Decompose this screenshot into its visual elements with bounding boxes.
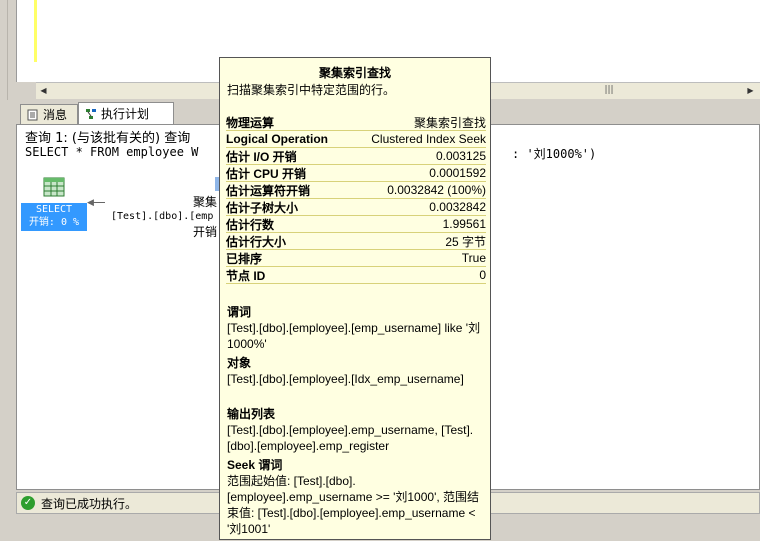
scroll-grip-icon[interactable]: ||| [602, 85, 616, 96]
property-row: 估计运算符开销 0.0032842 (100%) [226, 182, 486, 199]
left-docking-strip [0, 0, 16, 541]
property-value: 25 字节 [445, 234, 486, 249]
execution-plan-icon [86, 108, 96, 119]
property-key: 估计行数 [226, 217, 275, 232]
property-value: 聚集索引查找 [413, 115, 486, 130]
property-value: 0.0032842 [429, 200, 486, 214]
property-key: 物理运算 [226, 115, 275, 130]
splitter-line [7, 0, 8, 100]
tab-plan-label: 执行计划 [101, 107, 150, 121]
select-node-label[interactable]: SELECT 开销: 0 % [21, 203, 87, 231]
scroll-left-arrow-icon[interactable]: ◀ [38, 85, 49, 96]
output-list-text: [Test].[dbo].[employee].emp_username, [T… [227, 423, 474, 453]
seek-node-cost: 开销 [193, 225, 218, 239]
select-operator-icon[interactable] [43, 177, 65, 197]
property-row: 估计 CPU 开销 0.0001592 [226, 165, 486, 182]
query-header: 查询 1: (与该批有关的) 查询 [25, 131, 191, 146]
tooltip-description: 扫描聚集索引中特定范围的行。 [227, 83, 396, 97]
predicate-text: [Test].[dbo].[employee].[emp_username] l… [227, 321, 481, 351]
query-sql-text: SELECT * FROM employee W [25, 145, 199, 159]
property-key: 估计运算符开销 [226, 183, 311, 198]
output-list-title: 输出列表 [227, 407, 276, 421]
tooltip-title: 聚集索引查找 [318, 66, 391, 80]
select-node-name: SELECT [35, 204, 73, 215]
property-value: Clustered Index Seek [371, 132, 486, 146]
property-row: 估计行大小 25 字节 [226, 233, 486, 250]
messages-icon [27, 109, 38, 120]
operator-tooltip: 聚集索引查找 扫描聚集索引中特定范围的行。 物理运算 聚集索引查找 Logical… [219, 57, 491, 540]
property-value: 0.0001592 [429, 166, 486, 180]
property-value: 1.99561 [442, 217, 486, 231]
seek-predicate-title: Seek 谓词 [227, 458, 283, 472]
seek-predicate-text: 范围起始值: [Test].[dbo].[employee].emp_usern… [227, 474, 480, 536]
property-key: 估计 CPU 开销 [226, 166, 307, 181]
success-check-icon: ✓ [21, 496, 35, 510]
property-row: 估计子树大小 0.0032842 [226, 199, 486, 216]
tab-messages[interactable]: 消息 [20, 104, 78, 124]
property-key: Logical Operation [226, 132, 329, 146]
property-row: Logical Operation Clustered Index Seek [226, 131, 486, 148]
predicate-title: 谓词 [227, 305, 252, 319]
property-row: 节点 ID 0 [226, 267, 486, 284]
status-text: 查询已成功执行。 [41, 496, 138, 511]
scroll-right-arrow-icon[interactable]: ▶ [745, 85, 756, 96]
tab-messages-label: 消息 [43, 108, 68, 122]
property-row: 物理运算 聚集索引查找 [226, 114, 486, 131]
seek-node-title: 聚集 [193, 195, 218, 209]
property-value: 0.003125 [435, 149, 486, 163]
arrow-head-icon: ◀ [87, 198, 94, 208]
editor-change-margin [34, 0, 37, 62]
property-key: 估计子树大小 [226, 200, 299, 215]
property-row: 已排序 True [226, 250, 486, 267]
tab-execution-plan[interactable]: 执行计划 [78, 102, 174, 124]
query-sql-tail: : '刘1000%') [512, 147, 597, 161]
property-key: 估计 I/O 开销 [226, 149, 297, 164]
property-key: 估计行大小 [226, 234, 287, 249]
select-node-cost: 开销: 0 % [28, 217, 80, 228]
seek-node-object: [Test].[dbo].[emp [111, 211, 214, 222]
property-row: 估计行数 1.99561 [226, 216, 486, 233]
property-value: 0.0032842 (100%) [387, 183, 486, 197]
object-text: [Test].[dbo].[employee].[Idx_emp_usernam… [227, 372, 464, 386]
property-key: 节点 ID [226, 268, 266, 283]
property-key: 已排序 [226, 251, 263, 266]
property-row: 估计 I/O 开销 0.003125 [226, 148, 486, 165]
object-title: 对象 [227, 356, 252, 370]
property-value: 0 [479, 268, 486, 282]
property-value: True [461, 251, 486, 265]
